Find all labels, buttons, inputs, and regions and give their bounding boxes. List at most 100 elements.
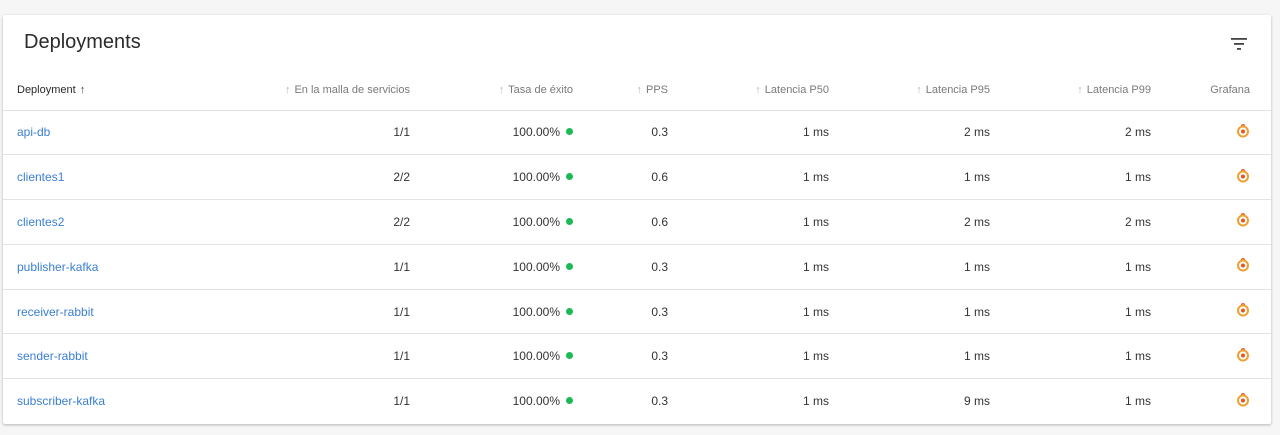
- table-row: clientes2 2/2 100.00% 0.6 1 ms 2 ms 2 ms: [3, 200, 1271, 245]
- pps-cell: 0.3: [651, 394, 668, 409]
- deployment-cell: api-db: [3, 110, 173, 155]
- success-rate: 100.00%: [512, 214, 560, 229]
- deployment-link[interactable]: publisher-kafka: [17, 260, 98, 274]
- grafana-cell: [1161, 200, 1271, 245]
- deployment-link[interactable]: subscriber-kafka: [17, 394, 105, 408]
- success-cell: 100.00%: [420, 110, 583, 155]
- p50-cell: 1 ms: [802, 125, 829, 140]
- p50-cell: 1 ms: [802, 214, 829, 229]
- mesh-cell: 1/1: [393, 304, 410, 319]
- success-rate: 100.00%: [512, 349, 560, 364]
- table-header-row: Deployment ↑ ↑ En la malla de servicios ↑ T…: [3, 71, 1271, 110]
- p99-cell: 1 ms: [1124, 170, 1151, 185]
- p50-cell: 1 ms: [802, 170, 829, 185]
- mesh-cell: 2/2: [393, 214, 410, 229]
- table-row: clientes1 2/2 100.00% 0.6 1 ms 1 ms 1 ms: [3, 155, 1271, 200]
- grafana-icon[interactable]: [1236, 392, 1250, 407]
- grafana-icon[interactable]: [1236, 213, 1250, 227]
- p50-cell: 1 ms: [802, 304, 829, 319]
- p95-cell: 1 ms: [963, 170, 990, 185]
- deployment-cell: receiver-rabbit: [3, 289, 173, 334]
- column-header-deployment[interactable]: Deployment ↑: [3, 71, 173, 110]
- success-cell: 100.00%: [420, 289, 583, 334]
- p50-cell: 1 ms: [802, 394, 829, 409]
- success-rate: 100.00%: [512, 259, 560, 274]
- sort-up-icon: ↑: [79, 84, 86, 97]
- p95-cell: 1 ms: [963, 304, 990, 319]
- sort-up-icon: ↑: [755, 84, 761, 97]
- success-status-dot: [566, 217, 573, 225]
- card-header: Deployments: [3, 15, 1271, 71]
- table-row: sender-rabbit 1/1 100.00% 0.3 1 ms 1 ms 1 ms: [3, 334, 1271, 379]
- p99-cell: 1 ms: [1124, 394, 1151, 409]
- deployments-card: Deployments Deployment ↑ ↑ En la malla de …: [3, 15, 1271, 424]
- success-status-dot: [566, 352, 573, 360]
- deployment-link[interactable]: sender-rabbit: [17, 349, 88, 363]
- success-rate: 100.00%: [512, 394, 560, 409]
- column-header-p95[interactable]: ↑ Latencia P95: [839, 71, 1000, 110]
- p99-cell: 1 ms: [1124, 259, 1151, 274]
- sort-up-icon: ↑: [498, 84, 505, 97]
- success-cell: 100.00%: [420, 155, 583, 200]
- filter-icon[interactable]: [1228, 33, 1250, 55]
- mesh-cell: 2/2: [393, 170, 410, 185]
- column-header-grafana: Grafana: [1210, 84, 1250, 97]
- deployment-cell: sender-rabbit: [3, 334, 173, 379]
- table-row: api-db 1/1 100.00% 0.3 1 ms 2 ms 2 ms: [3, 110, 1271, 155]
- table-row: subscriber-kafka 1/1 100.00% 0.3 1 ms 9 ms 1 m…: [3, 379, 1271, 424]
- grafana-icon[interactable]: [1236, 347, 1250, 362]
- grafana-cell: [1161, 379, 1271, 424]
- deployment-link[interactable]: receiver-rabbit: [17, 305, 94, 319]
- grafana-cell: [1161, 334, 1271, 379]
- grafana-cell: [1161, 110, 1271, 155]
- pps-cell: 0.3: [651, 349, 668, 364]
- grafana-cell: [1161, 244, 1271, 289]
- p99-cell: 2 ms: [1124, 214, 1151, 229]
- deployment-cell: clientes1: [3, 155, 173, 200]
- p95-cell: 2 ms: [963, 214, 990, 229]
- column-header-p50[interactable]: ↑ Latencia P50: [678, 71, 839, 110]
- p95-cell: 9 ms: [963, 394, 990, 409]
- success-cell: 100.00%: [420, 379, 583, 424]
- p99-cell: 1 ms: [1124, 304, 1151, 319]
- card-title: Deployments: [24, 31, 141, 53]
- sort-up-icon: ↑: [284, 84, 291, 97]
- sort-up-icon: ↑: [636, 84, 642, 97]
- deployment-cell: publisher-kafka: [3, 244, 173, 289]
- mesh-cell: 1/1: [393, 259, 410, 274]
- column-header-success[interactable]: ↑ Tasa de éxito: [420, 71, 583, 110]
- grafana-icon[interactable]: [1236, 168, 1250, 183]
- success-status-dot: [566, 262, 573, 270]
- column-header-mesh[interactable]: ↑ En la malla de servicios: [173, 71, 420, 110]
- table-row: publisher-kafka 1/1 100.00% 0.3 1 ms 1 ms 1 ms: [3, 244, 1271, 290]
- column-header-pps[interactable]: ↑ PPS: [583, 71, 678, 110]
- success-rate: 100.00%: [512, 170, 560, 185]
- pps-cell: 0.6: [651, 214, 668, 229]
- success-cell: 100.00%: [420, 200, 583, 245]
- column-header-p99[interactable]: ↑ Latencia P99: [1000, 71, 1161, 110]
- success-status-dot: [566, 128, 573, 136]
- deployment-cell: subscriber-kafka: [3, 379, 173, 424]
- pps-cell: 0.3: [651, 125, 668, 140]
- mesh-cell: 1/1: [393, 349, 410, 364]
- sort-up-icon: ↑: [1077, 84, 1083, 97]
- grafana-icon[interactable]: [1236, 123, 1250, 138]
- grafana-cell: [1161, 155, 1271, 200]
- deployment-link[interactable]: api-db: [17, 125, 50, 139]
- mesh-cell: 1/1: [393, 394, 410, 409]
- p50-cell: 1 ms: [802, 349, 829, 364]
- grafana-icon[interactable]: [1236, 303, 1250, 317]
- grafana-icon[interactable]: [1236, 258, 1250, 272]
- sort-up-icon: ↑: [916, 84, 922, 97]
- p99-cell: 2 ms: [1124, 125, 1151, 140]
- success-status-dot: [566, 307, 573, 315]
- p95-cell: 1 ms: [963, 259, 990, 274]
- success-cell: 100.00%: [420, 244, 583, 289]
- success-rate: 100.00%: [512, 304, 560, 319]
- deployment-link[interactable]: clientes2: [17, 215, 64, 229]
- p95-cell: 2 ms: [963, 125, 990, 140]
- pps-cell: 0.6: [651, 170, 668, 185]
- deployment-link[interactable]: clientes1: [17, 170, 64, 184]
- deployment-cell: clientes2: [3, 200, 173, 245]
- success-rate: 100.00%: [512, 125, 560, 140]
